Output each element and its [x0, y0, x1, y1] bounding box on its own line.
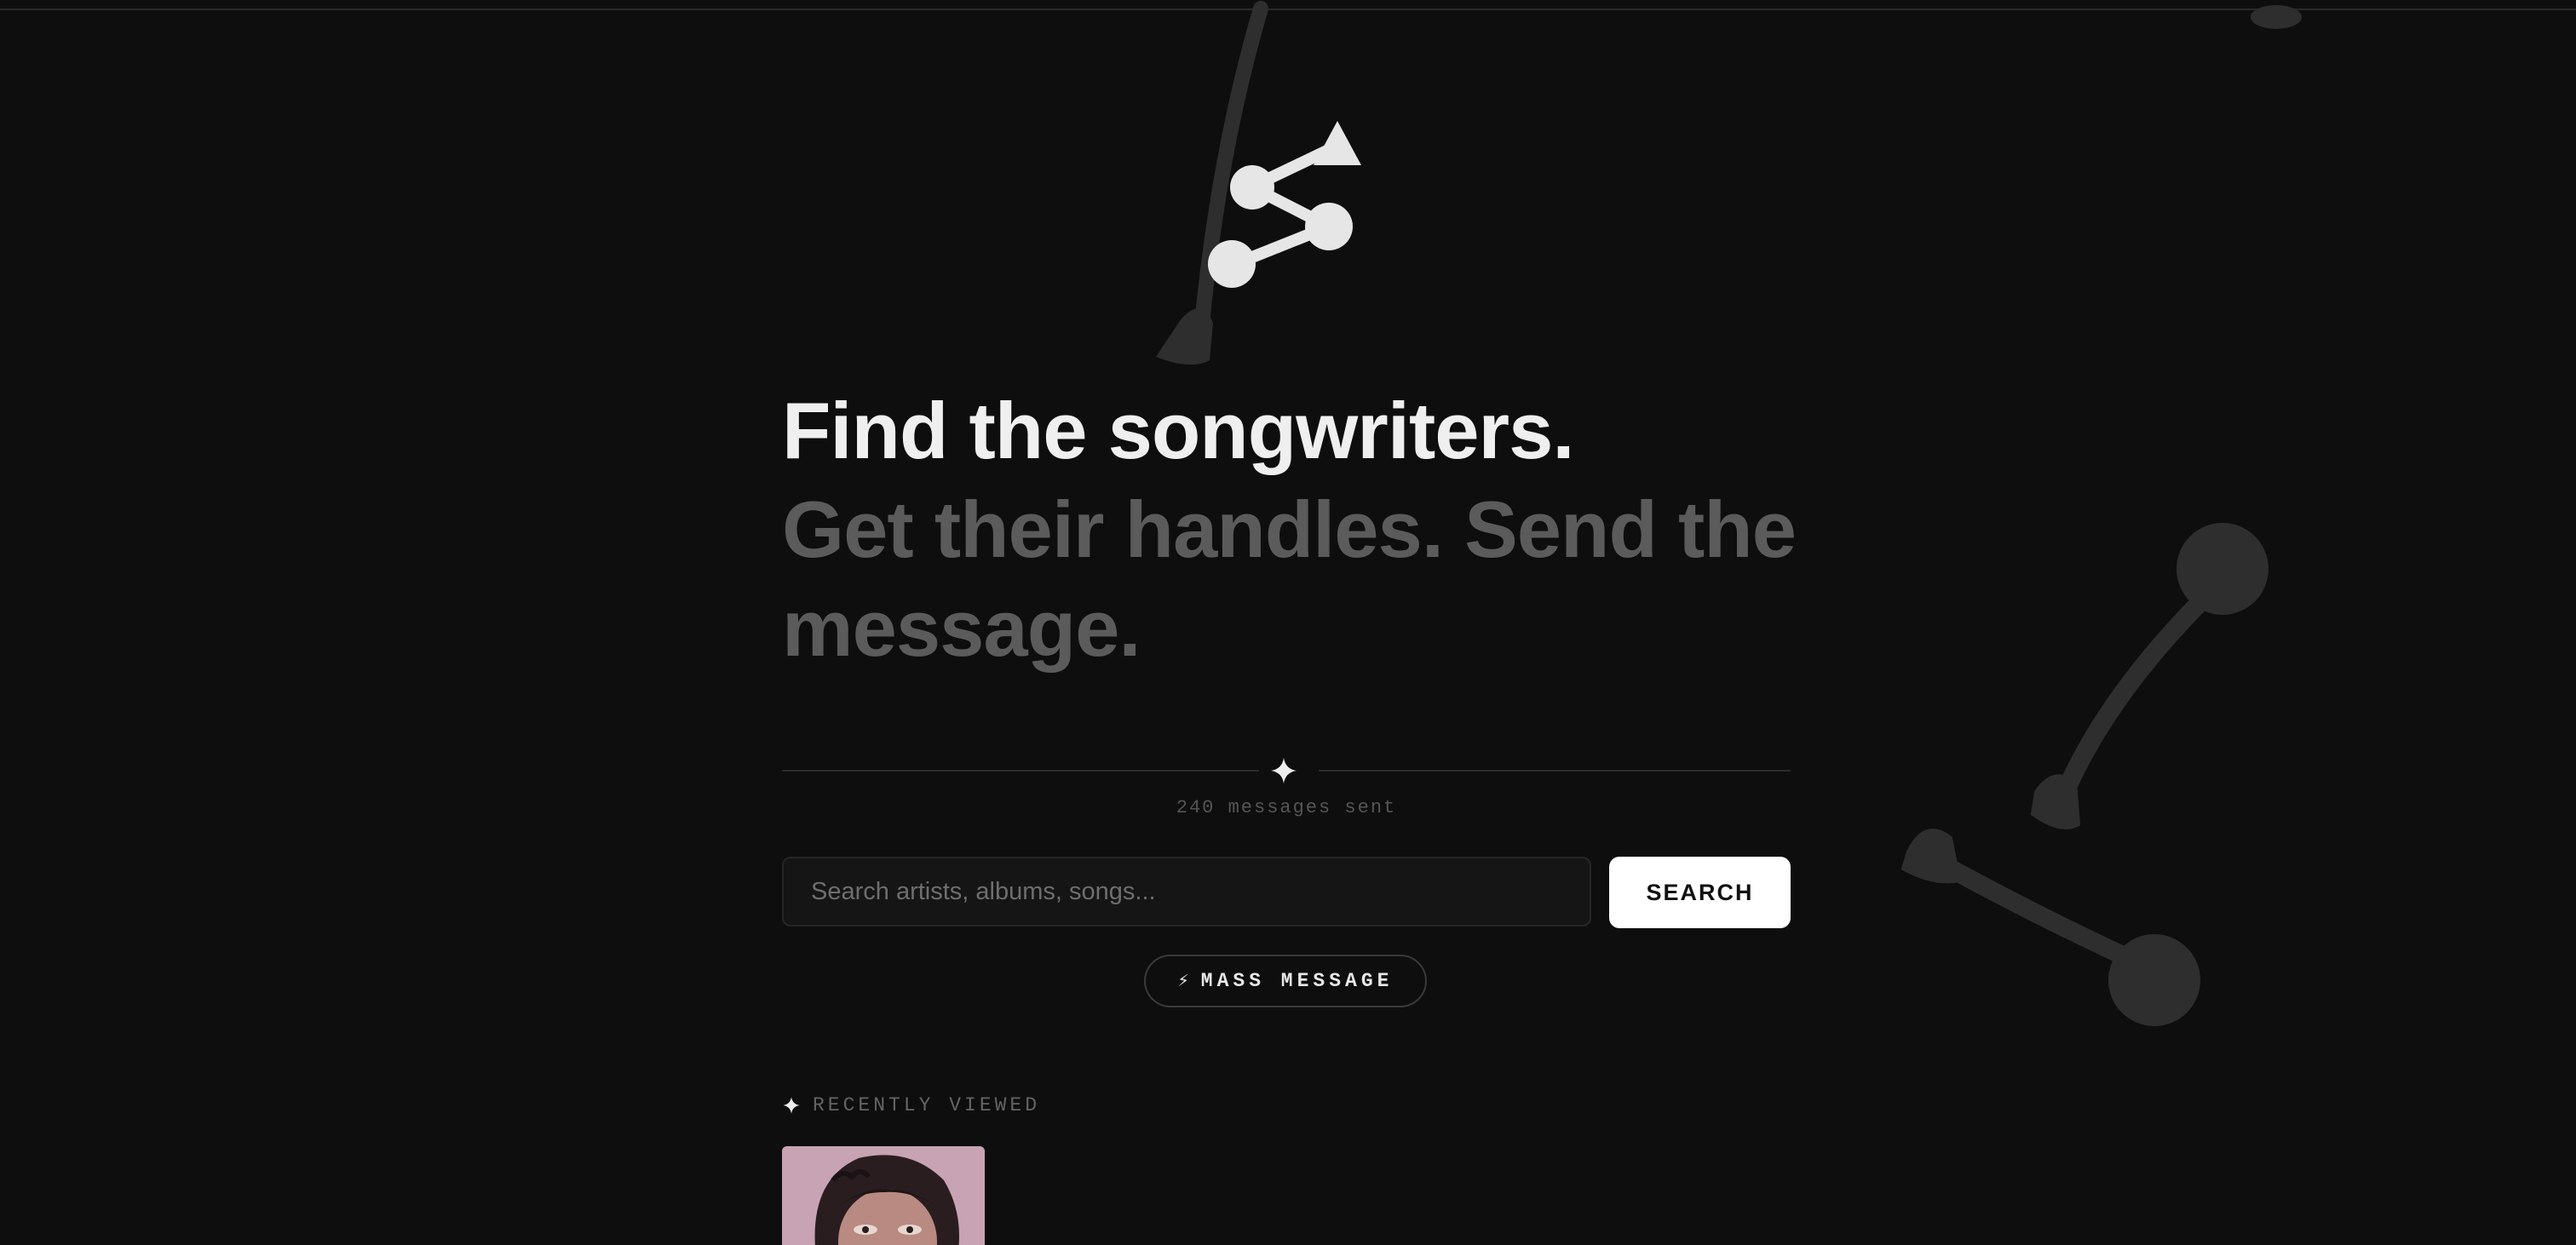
search-input[interactable]: [782, 857, 1591, 927]
divider-rule-right: [1319, 770, 1791, 772]
lightning-icon: ⚡: [1177, 971, 1189, 992]
search-button[interactable]: SEARCH: [1609, 857, 1791, 928]
logo-icon: [1208, 121, 1361, 288]
recently-viewed-item[interactable]: [782, 1146, 985, 1245]
recently-viewed-header: RECENTLY VIEWED: [782, 1094, 1040, 1116]
headline-primary: Find the songwriters.: [782, 386, 1575, 475]
section-divider: [782, 758, 1791, 783]
recently-viewed-heading: RECENTLY VIEWED: [813, 1094, 1041, 1116]
mass-message-button[interactable]: ⚡ MASS MESSAGE: [1144, 955, 1427, 1007]
page-title: Find the songwriters. Get their handles.…: [782, 382, 1804, 678]
sparkle-icon: [1271, 758, 1297, 783]
page: Find the songwriters. Get their handles.…: [0, 0, 2576, 1245]
album-cover-image: [782, 1146, 985, 1245]
sparkle-icon: [783, 1097, 800, 1114]
messages-sent-counter: 240 messages sent: [1176, 797, 1397, 818]
mass-message-label: MASS MESSAGE: [1200, 970, 1394, 992]
divider-rule-left: [782, 770, 1259, 772]
headline-secondary: Get their handles. Send the message.: [782, 485, 1797, 673]
